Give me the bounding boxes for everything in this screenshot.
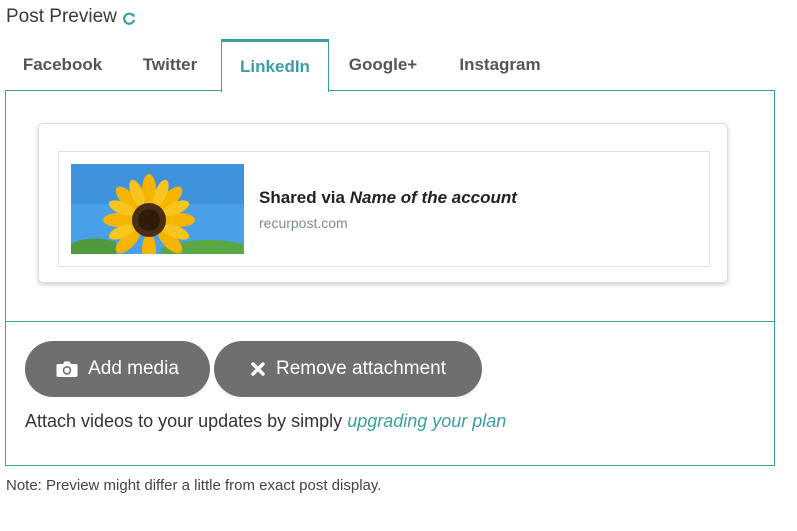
preview-panel: Shared via Name of the account recurpost… [5,90,775,466]
panel-divider [6,321,774,322]
tab-twitter[interactable]: Twitter [119,39,221,91]
shared-via-text: Shared via Name of the account [259,188,517,208]
network-tabs: Facebook Twitter LinkedIn Google+ Instag… [6,39,776,92]
attach-text: Attach videos to your updates by simply [25,411,343,431]
upgrade-plan-link[interactable]: upgrading your plan [347,411,506,431]
remove-attachment-label: Remove attachment [275,358,447,379]
linkedin-post-preview: Shared via Name of the account recurpost… [38,123,728,283]
add-media-label: Add media [88,358,179,379]
page-title: Post Preview [6,6,117,27]
shared-prefix: Shared via [259,188,345,207]
post-preview-header: Post Preview [6,6,136,28]
remove-attachment-button[interactable]: Remove attachment [214,341,482,397]
refresh-icon[interactable] [122,10,136,25]
attach-videos-text: Attach videos to your updates by simply … [25,411,506,432]
tab-googleplus[interactable]: Google+ [329,39,437,91]
tab-linkedin[interactable]: LinkedIn [221,39,329,92]
link-domain: recurpost.com [259,215,348,231]
account-name: Name of the account [349,188,517,207]
tab-instagram[interactable]: Instagram [437,39,563,91]
tab-facebook[interactable]: Facebook [6,39,119,91]
close-icon [250,361,266,377]
link-preview: Shared via Name of the account recurpost… [58,151,710,267]
preview-note: Note: Preview might differ a little from… [6,477,382,494]
add-media-button[interactable]: Add media [25,341,210,397]
camera-icon [56,360,78,378]
link-thumbnail [71,164,244,254]
